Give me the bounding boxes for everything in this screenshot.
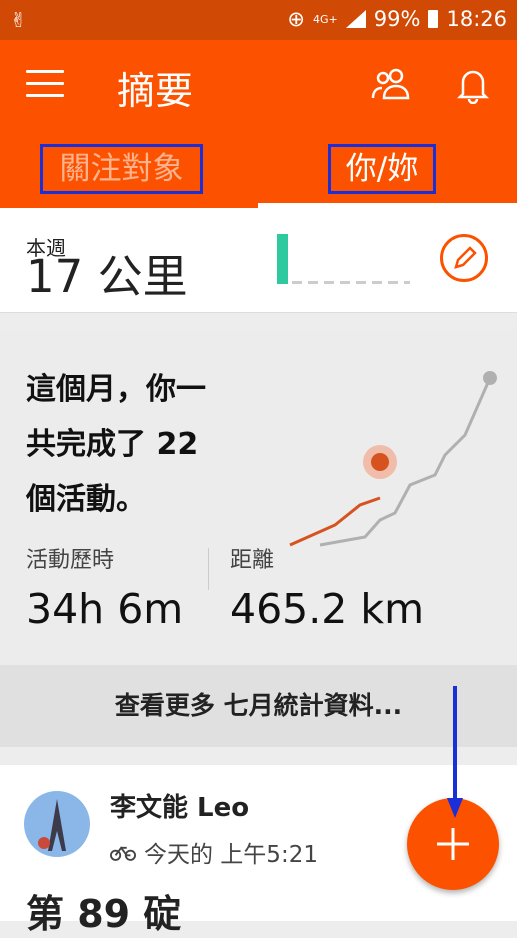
tab-bar: 關注對象 你/妳 xyxy=(0,132,517,208)
page-title: 摘要 xyxy=(117,69,194,113)
network-type: 4G+ xyxy=(313,12,338,26)
athlete-name[interactable]: 李文能 Leo xyxy=(110,787,249,824)
app-bar: 摘要 xyxy=(0,40,517,132)
stat-divider xyxy=(208,548,209,590)
current-point xyxy=(371,453,389,471)
weekly-summary-card[interactable]: 本週 17 公里 xyxy=(0,208,517,313)
bell-icon[interactable] xyxy=(455,64,491,104)
status-bar: ✌ ⊕ 4G+ 99% 18:26 xyxy=(0,0,517,40)
distance-value: 465.2 km xyxy=(230,585,425,633)
week-goal-dashes xyxy=(292,281,410,284)
people-icon[interactable] xyxy=(370,66,412,102)
week-distance: 17 公里 xyxy=(26,250,188,303)
activity-title[interactable]: 第 89 碇 xyxy=(26,883,181,938)
menu-icon[interactable] xyxy=(26,70,64,98)
duration-label: 活動歷時 xyxy=(26,548,115,573)
signal-icon xyxy=(345,10,366,28)
see-more-stats-button[interactable]: 查看更多 七月統計資料... xyxy=(0,665,517,747)
week-progress-bar xyxy=(277,234,288,284)
previous-month-end-point xyxy=(483,371,497,385)
previous-month-line xyxy=(319,377,492,547)
monthly-stats-card: 這個月，你一 共完成了 22 個活動。 活動歷時 34h 6m 距離 465.2… xyxy=(0,330,517,665)
current-month-line xyxy=(289,496,381,547)
tab-following[interactable]: 關注對象 xyxy=(40,144,203,194)
battery-percent: 99% xyxy=(373,7,421,31)
clock: 18:26 xyxy=(446,7,507,31)
activity-time: 今天的 上午5:21 xyxy=(144,842,318,868)
activity-meta: 今天的 上午5:21 xyxy=(110,835,318,869)
tab-you[interactable]: 你/妳 xyxy=(328,144,436,194)
month-progress-chart xyxy=(289,371,497,547)
duration-value: 34h 6m xyxy=(26,585,184,633)
bike-icon xyxy=(110,845,136,861)
distance-label: 距離 xyxy=(230,548,275,573)
eiffel-tower-icon xyxy=(38,799,66,851)
annotation-arrow xyxy=(447,686,463,818)
notification-icon: ✌ xyxy=(10,8,27,32)
edit-goal-button[interactable] xyxy=(440,234,488,282)
sync-icon: ⊕ xyxy=(287,7,306,31)
pencil-icon xyxy=(454,246,477,269)
month-headline: 這個月，你一 共完成了 22 個活動。 xyxy=(26,372,206,517)
battery-icon xyxy=(428,10,439,28)
avatar[interactable] xyxy=(24,791,90,857)
